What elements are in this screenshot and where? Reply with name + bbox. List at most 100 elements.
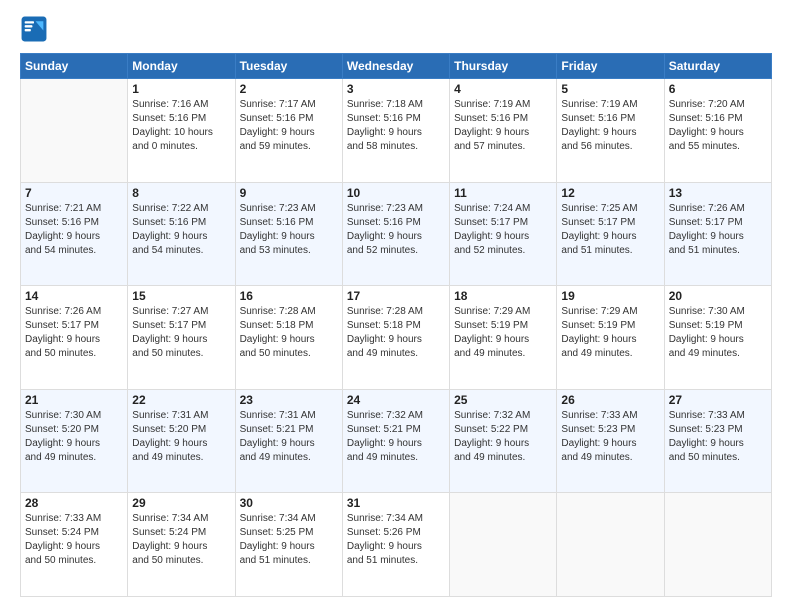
calendar-cell: 31 Sunrise: 7:34 AMSunset: 5:26 PMDayligh… [342, 493, 449, 597]
cell-text: Sunrise: 7:21 AMSunset: 5:16 PMDaylight:… [25, 202, 123, 258]
cell-text: Sunrise: 7:29 AMSunset: 5:19 PMDaylight:… [561, 305, 659, 361]
calendar-cell: 3Sunrise: 7:18 AMSunset: 5:16 PMDaylight… [342, 79, 449, 183]
calendar-cell: 23Sunrise: 7:31 AMSunset: 5:21 PMDayligh… [235, 389, 342, 493]
calendar-cell: 29 Sunrise: 7:34 AMSunset: 5:24 PMDayligh… [128, 493, 235, 597]
calendar-cell: 14 Sunrise: 7:26 AMSunset: 5:17 PMDayligh… [21, 286, 128, 390]
day-number: 6 [669, 82, 767, 96]
calendar-cell: 19 Sunrise: 7:29 AMSunset: 5:19 PMDayligh… [557, 286, 664, 390]
cell-text: Sunrise: 7:23 AMSunset: 5:16 PMDaylight:… [240, 202, 338, 258]
day-number: 14 [25, 289, 123, 303]
calendar-cell: 24Sunrise: 7:32 AMSunset: 5:21 PMDayligh… [342, 389, 449, 493]
cell-text: Sunrise: 7:34 AMSunset: 5:26 PMDaylight:… [347, 512, 445, 568]
day-number: 26 [561, 393, 659, 407]
calendar-week-row: 21Sunrise: 7:30 AMSunset: 5:20 PMDayligh… [21, 389, 772, 493]
cell-text: Sunrise: 7:22 AMSunset: 5:16 PMDaylight:… [132, 202, 230, 258]
calendar-cell: 8 Sunrise: 7:22 AMSunset: 5:16 PMDaylight… [128, 182, 235, 286]
calendar-week-row: 28 Sunrise: 7:33 AMSunset: 5:24 PMDayligh… [21, 493, 772, 597]
day-header-thursday: Thursday [450, 54, 557, 79]
day-number: 30 [240, 496, 338, 510]
day-number: 7 [25, 186, 123, 200]
day-header-saturday: Saturday [664, 54, 771, 79]
cell-text: Sunrise: 7:18 AMSunset: 5:16 PMDaylight:… [347, 98, 445, 154]
day-header-sunday: Sunday [21, 54, 128, 79]
day-number: 2 [240, 82, 338, 96]
day-number: 24 [347, 393, 445, 407]
header [20, 15, 772, 43]
calendar-cell: 22 Sunrise: 7:31 AMSunset: 5:20 PMDayligh… [128, 389, 235, 493]
cell-text: Sunrise: 7:31 AMSunset: 5:21 PMDaylight:… [240, 409, 338, 465]
calendar-cell-empty [21, 79, 128, 183]
calendar-cell: 28 Sunrise: 7:33 AMSunset: 5:24 PMDayligh… [21, 493, 128, 597]
calendar-cell: 25 Sunrise: 7:32 AMSunset: 5:22 PMDayligh… [450, 389, 557, 493]
cell-text: Sunrise: 7:19 AMSunset: 5:16 PMDaylight:… [561, 98, 659, 154]
cell-text: Sunrise: 7:30 AMSunset: 5:19 PMDaylight:… [669, 305, 767, 361]
calendar-cell: 4 Sunrise: 7:19 AMSunset: 5:16 PMDaylight… [450, 79, 557, 183]
calendar-cell-empty [450, 493, 557, 597]
day-number: 17 [347, 289, 445, 303]
day-number: 4 [454, 82, 552, 96]
day-number: 15 [132, 289, 230, 303]
cell-text: Sunrise: 7:28 AMSunset: 5:18 PMDaylight:… [347, 305, 445, 361]
calendar-cell: 13 Sunrise: 7:26 AMSunset: 5:17 PMDayligh… [664, 182, 771, 286]
calendar-cell: 6Sunrise: 7:20 AMSunset: 5:16 PMDaylight… [664, 79, 771, 183]
day-number: 10 [347, 186, 445, 200]
day-header-monday: Monday [128, 54, 235, 79]
day-number: 19 [561, 289, 659, 303]
day-number: 29 [132, 496, 230, 510]
calendar-cell-empty [664, 493, 771, 597]
day-number: 16 [240, 289, 338, 303]
cell-text: Sunrise: 7:17 AMSunset: 5:16 PMDaylight:… [240, 98, 338, 154]
cell-text: Sunrise: 7:27 AMSunset: 5:17 PMDaylight:… [132, 305, 230, 361]
day-number: 1 [132, 82, 230, 96]
cell-text: Sunrise: 7:34 AMSunset: 5:24 PMDaylight:… [132, 512, 230, 568]
day-number: 11 [454, 186, 552, 200]
calendar-cell: 5 Sunrise: 7:19 AMSunset: 5:16 PMDaylight… [557, 79, 664, 183]
calendar-cell: 26 Sunrise: 7:33 AMSunset: 5:23 PMDayligh… [557, 389, 664, 493]
calendar-cell: 21Sunrise: 7:30 AMSunset: 5:20 PMDayligh… [21, 389, 128, 493]
logo-icon [20, 15, 48, 43]
day-number: 8 [132, 186, 230, 200]
calendar-cell: 20 Sunrise: 7:30 AMSunset: 5:19 PMDayligh… [664, 286, 771, 390]
calendar-cell: 7 Sunrise: 7:21 AMSunset: 5:16 PMDaylight… [21, 182, 128, 286]
day-number: 18 [454, 289, 552, 303]
calendar-cell: 30Sunrise: 7:34 AMSunset: 5:25 PMDayligh… [235, 493, 342, 597]
day-number: 5 [561, 82, 659, 96]
day-header-tuesday: Tuesday [235, 54, 342, 79]
calendar-cell: 27 Sunrise: 7:33 AMSunset: 5:23 PMDayligh… [664, 389, 771, 493]
cell-text: Sunrise: 7:23 AMSunset: 5:16 PMDaylight:… [347, 202, 445, 258]
day-header-wednesday: Wednesday [342, 54, 449, 79]
day-number: 20 [669, 289, 767, 303]
calendar-header-row: SundayMondayTuesdayWednesdayThursdayFrid… [21, 54, 772, 79]
day-number: 12 [561, 186, 659, 200]
cell-text: Sunrise: 7:29 AMSunset: 5:19 PMDaylight:… [454, 305, 552, 361]
day-number: 27 [669, 393, 767, 407]
cell-text: Sunrise: 7:24 AMSunset: 5:17 PMDaylight:… [454, 202, 552, 258]
day-number: 13 [669, 186, 767, 200]
day-number: 31 [347, 496, 445, 510]
calendar-week-row: 1 Sunrise: 7:16 AMSunset: 5:16 PMDaylight… [21, 79, 772, 183]
cell-text: Sunrise: 7:32 AMSunset: 5:22 PMDaylight:… [454, 409, 552, 465]
cell-text: Sunrise: 7:19 AMSunset: 5:16 PMDaylight:… [454, 98, 552, 154]
logo [20, 15, 52, 43]
cell-text: Sunrise: 7:26 AMSunset: 5:17 PMDaylight:… [25, 305, 123, 361]
cell-text: Sunrise: 7:16 AMSunset: 5:16 PMDaylight:… [132, 98, 230, 154]
calendar-cell: 15 Sunrise: 7:27 AMSunset: 5:17 PMDayligh… [128, 286, 235, 390]
calendar-cell: 1 Sunrise: 7:16 AMSunset: 5:16 PMDaylight… [128, 79, 235, 183]
day-number: 22 [132, 393, 230, 407]
cell-text: Sunrise: 7:30 AMSunset: 5:20 PMDaylight:… [25, 409, 123, 465]
calendar-cell: 2 Sunrise: 7:17 AMSunset: 5:16 PMDaylight… [235, 79, 342, 183]
day-number: 28 [25, 496, 123, 510]
calendar-cell-empty [557, 493, 664, 597]
cell-text: Sunrise: 7:33 AMSunset: 5:24 PMDaylight:… [25, 512, 123, 568]
cell-text: Sunrise: 7:31 AMSunset: 5:20 PMDaylight:… [132, 409, 230, 465]
day-number: 25 [454, 393, 552, 407]
calendar-cell: 18 Sunrise: 7:29 AMSunset: 5:19 PMDayligh… [450, 286, 557, 390]
cell-text: Sunrise: 7:33 AMSunset: 5:23 PMDaylight:… [669, 409, 767, 465]
calendar-cell: 12Sunrise: 7:25 AMSunset: 5:17 PMDayligh… [557, 182, 664, 286]
day-header-friday: Friday [557, 54, 664, 79]
calendar-week-row: 7 Sunrise: 7:21 AMSunset: 5:16 PMDaylight… [21, 182, 772, 286]
page-container: SundayMondayTuesdayWednesdayThursdayFrid… [0, 0, 792, 612]
cell-text: Sunrise: 7:26 AMSunset: 5:17 PMDaylight:… [669, 202, 767, 258]
day-number: 9 [240, 186, 338, 200]
cell-text: Sunrise: 7:33 AMSunset: 5:23 PMDaylight:… [561, 409, 659, 465]
